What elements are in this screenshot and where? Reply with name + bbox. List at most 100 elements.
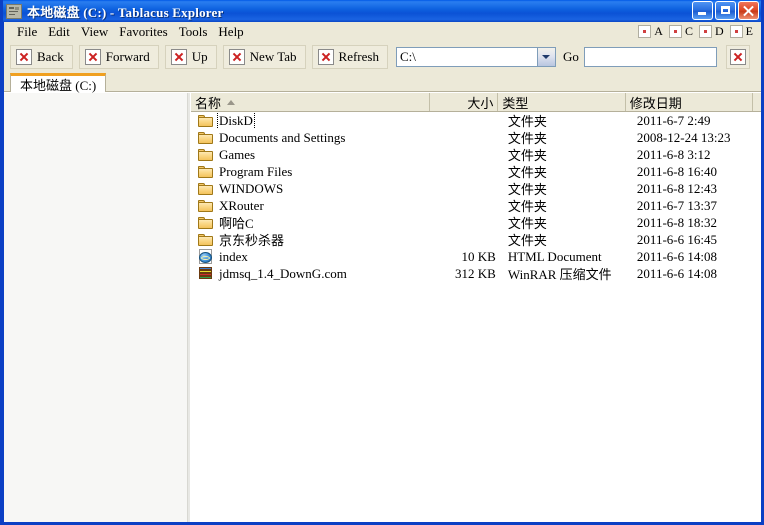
drive-shortcuts: A C D E: [636, 24, 757, 39]
menu-tools[interactable]: Tools: [174, 23, 214, 41]
file-date-cell: 2011-6-8 12:43: [636, 180, 717, 196]
drive-letter-label: D: [714, 24, 724, 38]
file-type-cell: HTML Document: [507, 248, 602, 264]
up-button[interactable]: Up: [164, 45, 217, 69]
new-tab-button-label: New Tab: [249, 49, 297, 64]
column-header-name[interactable]: 名称: [191, 93, 430, 111]
menu-view[interactable]: View: [76, 23, 114, 41]
table-row[interactable]: 啊哈C 文件夹 2011-6-8 18:32: [191, 214, 761, 231]
back-button[interactable]: Back: [10, 45, 73, 69]
file-name-cell[interactable]: DiskD: [191, 112, 433, 129]
file-date-cell: 2011-6-6 14:08: [636, 248, 717, 264]
menu-favorites[interactable]: Favorites: [114, 23, 173, 41]
broken-image-icon: [668, 25, 682, 38]
column-header-filler: [753, 93, 761, 111]
file-type-cell: 文件夹: [507, 233, 547, 248]
table-row[interactable]: Program Files 文件夹 2011-6-8 16:40: [191, 163, 761, 180]
broken-image-icon: [729, 25, 743, 38]
up-button-label: Up: [191, 49, 208, 64]
new-tab-button[interactable]: New Tab: [222, 45, 306, 69]
table-row[interactable]: WINDOWS 文件夹 2011-6-8 12:43: [191, 180, 761, 197]
tab-strip: 本地磁盘 (C:): [4, 72, 761, 93]
tab-local-disk-c[interactable]: 本地磁盘 (C:): [10, 73, 107, 93]
go-label: Go: [562, 49, 579, 64]
refresh-button[interactable]: Refresh: [311, 45, 388, 69]
window-controls: [692, 1, 759, 20]
file-name-label: index: [219, 248, 248, 264]
column-header-name-label: 名称: [195, 95, 222, 111]
file-date-cell: 2011-6-6 16:45: [636, 231, 717, 247]
address-bar[interactable]: C:\: [395, 47, 556, 67]
search-input[interactable]: [583, 47, 717, 67]
column-header-date-label: 修改日期: [629, 95, 682, 111]
folder-icon: [198, 113, 214, 128]
search-clear-button[interactable]: [725, 45, 750, 69]
folder-tree-pane[interactable]: [4, 93, 187, 522]
broken-image-icon: [698, 25, 712, 38]
folder-icon: [198, 181, 214, 196]
file-name-cell[interactable]: index: [191, 249, 433, 265]
file-name-cell[interactable]: WINDOWS: [191, 181, 433, 197]
file-date-cell: 2011-6-6 14:08: [636, 265, 717, 281]
file-name-label: jdmsq_1.4_DownG.com: [219, 265, 347, 281]
file-name-cell[interactable]: Games: [191, 147, 433, 163]
file-name-label: XRouter: [219, 197, 264, 213]
menu-edit[interactable]: Edit: [43, 23, 76, 41]
column-header-row: 名称 大小 类型 修改日期: [191, 93, 761, 112]
main-area: 名称 大小 类型 修改日期 DiskD 文件夹 2011-6-7 2:49 Do…: [4, 92, 761, 522]
drive-shortcut-e[interactable]: E: [729, 24, 757, 39]
table-row[interactable]: Games 文件夹 2011-6-8 3:12: [191, 146, 761, 163]
html-file-icon: [199, 249, 212, 264]
minimize-button[interactable]: [692, 1, 713, 20]
file-date-cell: 2011-6-8 16:40: [636, 163, 717, 179]
column-header-size[interactable]: 大小: [430, 93, 499, 111]
table-row[interactable]: DiskD 文件夹 2011-6-7 2:49: [191, 112, 761, 129]
table-row[interactable]: Documents and Settings 文件夹 2008-12-24 13…: [191, 129, 761, 146]
folder-icon: [198, 232, 214, 247]
file-type-cell: WinRAR 压缩文件: [507, 267, 612, 282]
broken-image-icon: [16, 49, 32, 65]
file-name-cell[interactable]: Documents and Settings: [191, 130, 433, 146]
menu-help[interactable]: Help: [213, 23, 249, 41]
file-name-cell[interactable]: jdmsq_1.4_DownG.com: [191, 266, 433, 282]
close-button[interactable]: [738, 1, 759, 20]
menu-bar: File Edit View Favorites Tools Help A C …: [4, 22, 761, 42]
file-name-cell[interactable]: Program Files: [191, 164, 433, 180]
file-date-cell: 2011-6-7 13:37: [636, 197, 717, 213]
column-header-type[interactable]: 类型: [498, 93, 626, 111]
file-list: DiskD 文件夹 2011-6-7 2:49 Documents and Se…: [191, 112, 761, 522]
broken-image-icon: [170, 49, 187, 65]
drive-shortcut-d[interactable]: D: [698, 24, 728, 39]
folder-icon: [198, 198, 214, 213]
broken-image-icon: [317, 49, 334, 65]
file-size-cell: 312 KB: [455, 265, 496, 281]
drive-letter-label: C: [684, 24, 693, 38]
file-name-label: 京东秒杀器: [219, 233, 285, 248]
file-date-cell: 2008-12-24 13:23: [636, 129, 731, 145]
file-name-label: DiskD: [217, 112, 255, 129]
table-row[interactable]: XRouter 文件夹 2011-6-7 13:37: [191, 197, 761, 214]
menu-file[interactable]: File: [12, 23, 43, 41]
file-date-cell: 2011-6-8 3:12: [636, 146, 711, 162]
table-row[interactable]: index 10 KB HTML Document 2011-6-6 14:08: [191, 248, 761, 265]
chevron-down-icon[interactable]: [536, 48, 555, 66]
sort-ascending-icon: [227, 99, 236, 105]
app-icon: [6, 3, 22, 19]
file-name-cell[interactable]: XRouter: [191, 198, 433, 214]
folder-icon: [198, 147, 214, 162]
table-row[interactable]: 京东秒杀器 文件夹 2011-6-6 16:45: [191, 231, 761, 248]
file-name-cell[interactable]: 京东秒杀器: [191, 230, 433, 249]
drive-shortcut-c[interactable]: C: [668, 24, 697, 39]
drive-shortcut-a[interactable]: A: [638, 24, 667, 39]
file-name-label: WINDOWS: [219, 180, 284, 196]
title-bar[interactable]: 本地磁盘 (C:) - Tablacus Explorer: [3, 0, 761, 22]
refresh-button-label: Refresh: [338, 49, 379, 64]
forward-button-label: Forward: [105, 49, 150, 64]
forward-button[interactable]: Forward: [78, 45, 159, 69]
file-date-cell: 2011-6-7 2:49: [636, 112, 711, 128]
broken-image-icon: [729, 49, 746, 65]
address-value: C:\: [399, 49, 416, 64]
maximize-button[interactable]: [715, 1, 736, 20]
table-row[interactable]: jdmsq_1.4_DownG.com 312 KB WinRAR 压缩文件 2…: [191, 265, 761, 282]
column-header-date[interactable]: 修改日期: [626, 93, 753, 111]
